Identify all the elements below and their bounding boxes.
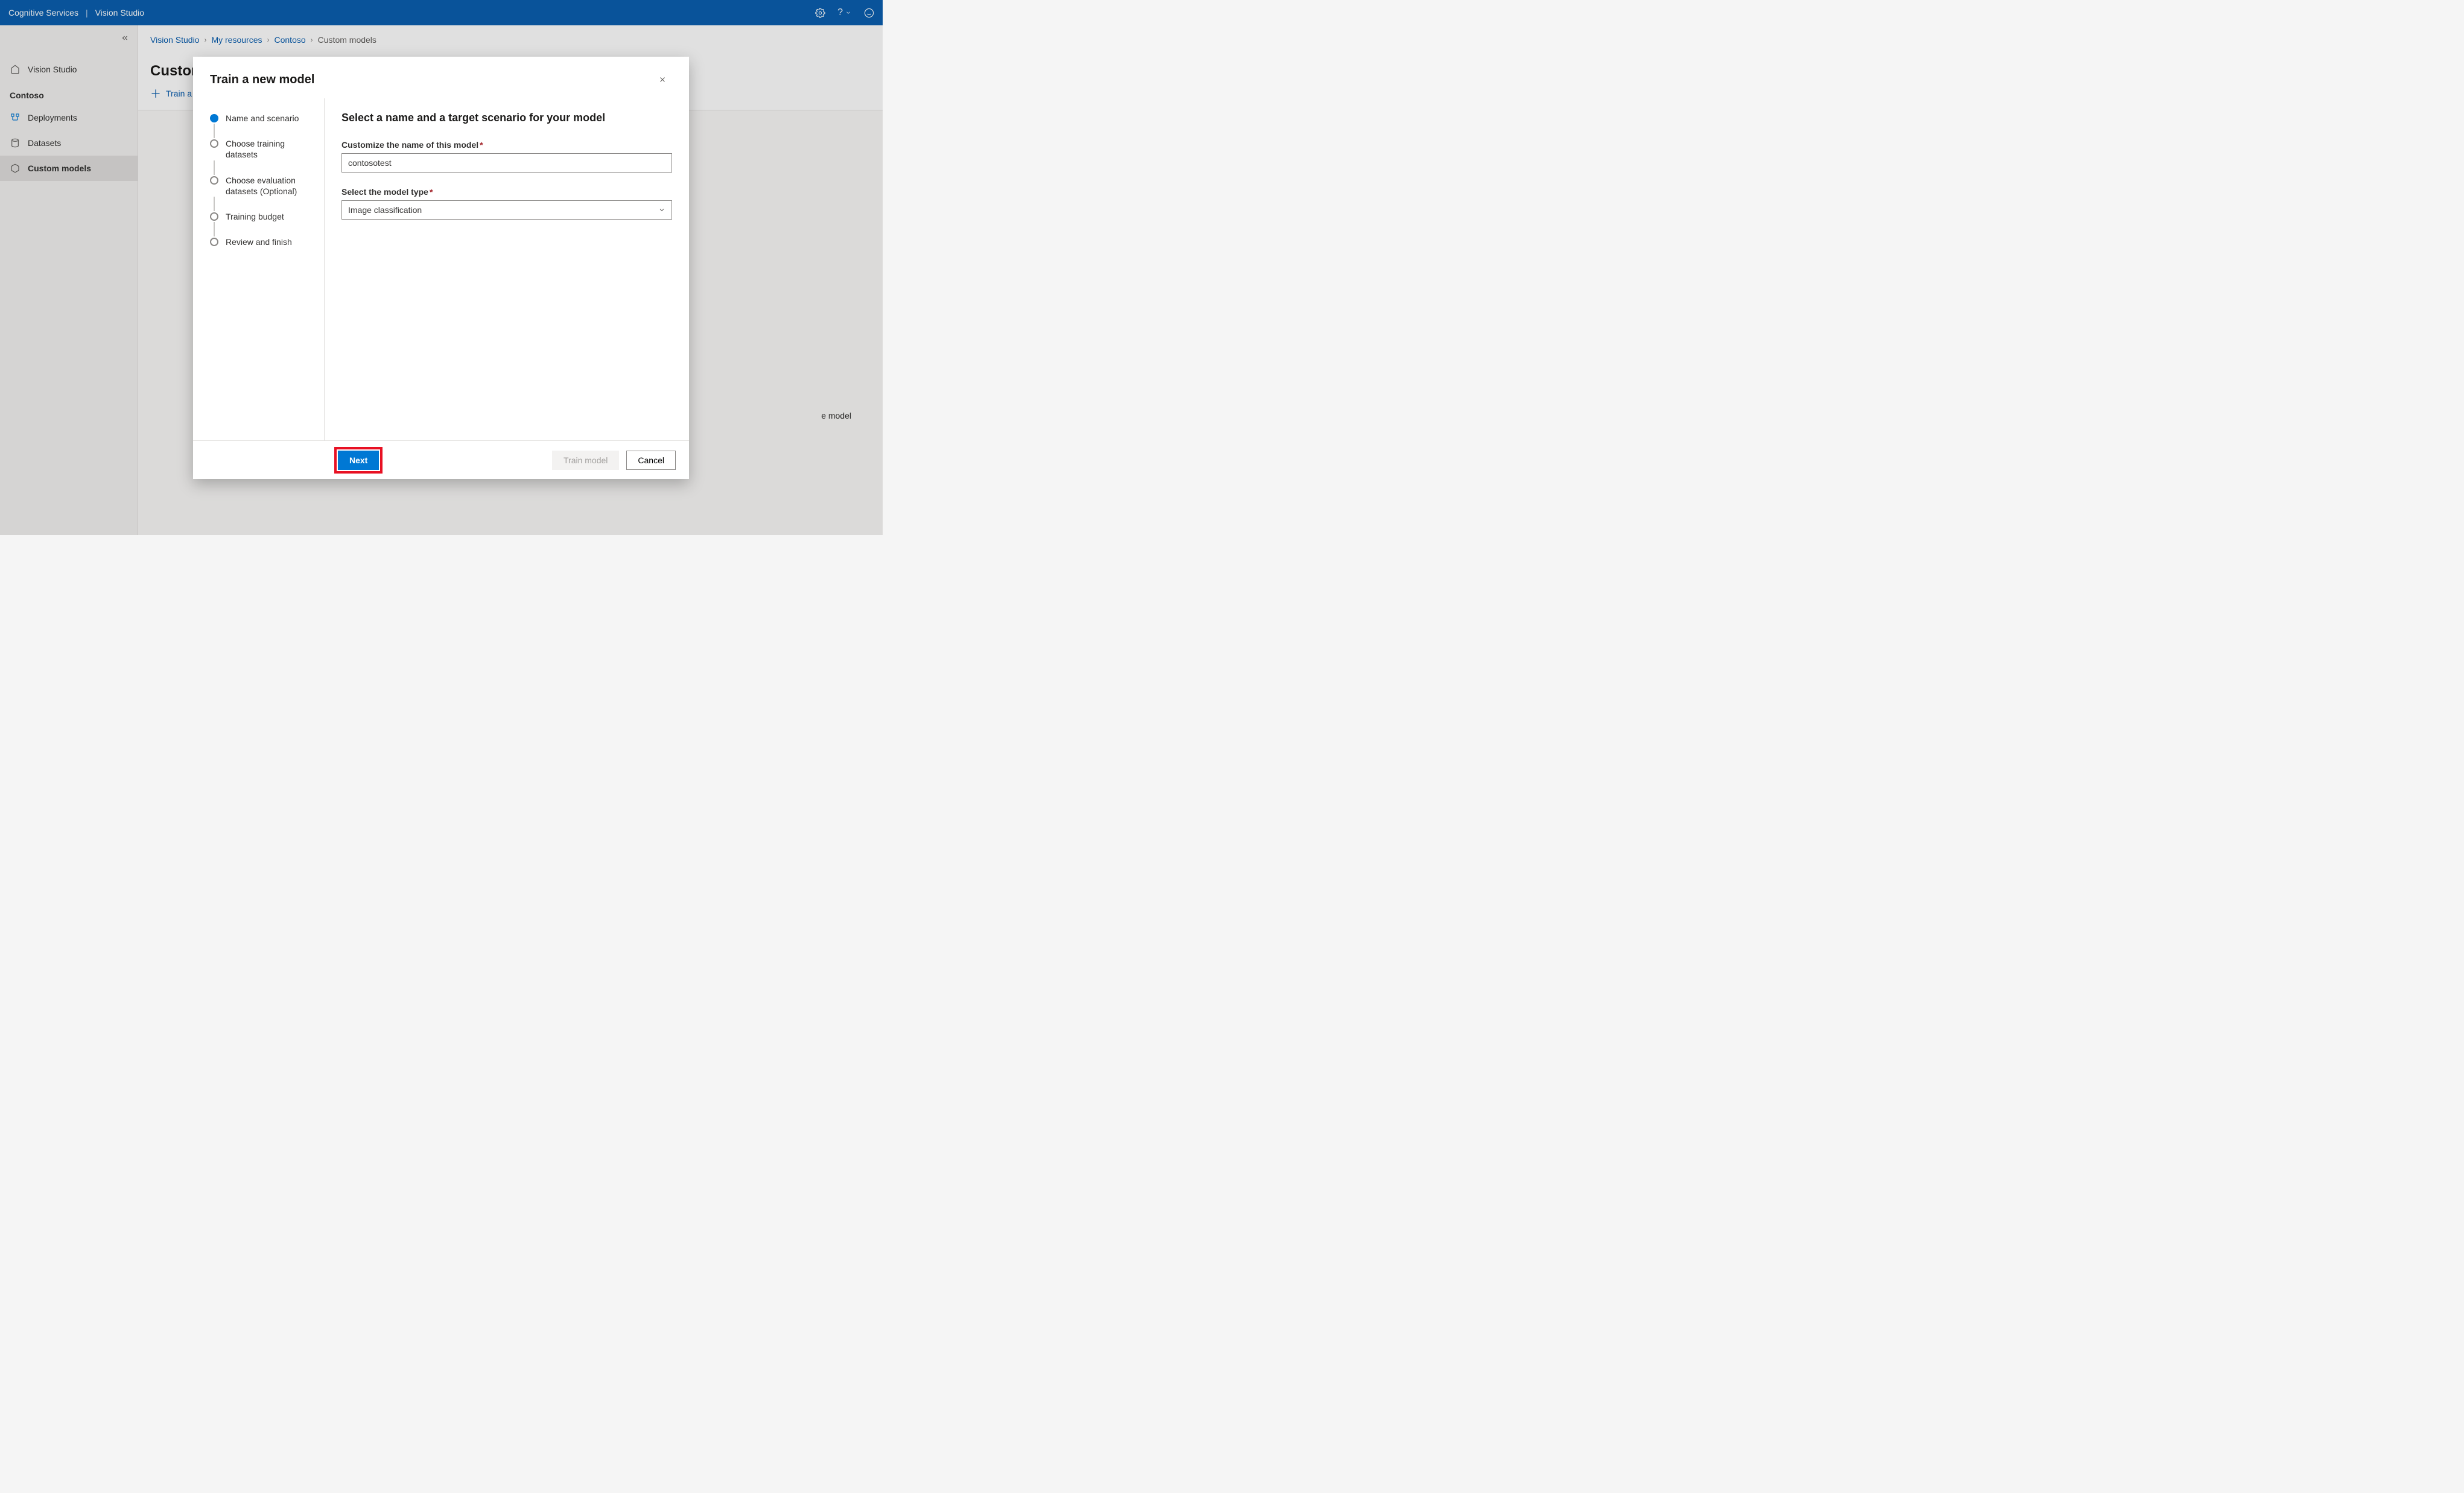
step-dot-icon <box>210 176 218 185</box>
sidebar-home-label: Vision Studio <box>28 65 77 74</box>
sidebar-item-label: Custom models <box>28 163 91 173</box>
train-button-label: Train model <box>564 455 608 465</box>
step-connector <box>214 222 215 236</box>
sidebar-item-deployments[interactable]: Deployments <box>0 105 138 130</box>
next-button-label: Next <box>349 455 367 465</box>
global-header: Cognitive Services | Vision Studio ? <box>0 0 883 25</box>
cancel-button-label: Cancel <box>638 455 664 465</box>
type-field-label: Select the model type* <box>341 187 672 197</box>
train-link-label: Train a <box>166 89 192 98</box>
breadcrumb-item-current: Custom models <box>318 35 376 45</box>
step-label: Review and finish <box>226 236 292 247</box>
step-connector <box>214 124 215 138</box>
chevron-right-icon: › <box>311 36 313 44</box>
dialog-footer: Next Train model Cancel <box>193 440 689 479</box>
sidebar-item-datasets[interactable]: Datasets <box>0 130 138 156</box>
left-sidebar: Vision Studio Contoso Deployments Datase… <box>0 25 138 535</box>
header-product-name: Vision Studio <box>95 8 144 17</box>
required-asterisk: * <box>480 140 483 150</box>
model-type-selected-value: Image classification <box>348 205 422 215</box>
breadcrumb-item[interactable]: Vision Studio <box>150 35 199 45</box>
settings-gear-icon[interactable] <box>814 7 825 18</box>
plus-icon: ＋ <box>150 86 161 101</box>
sidebar-resource-label: Contoso <box>0 82 138 105</box>
next-button[interactable]: Next <box>338 451 379 470</box>
sidebar-home[interactable]: Vision Studio <box>0 57 138 82</box>
breadcrumb-item[interactable]: Contoso <box>275 35 306 45</box>
step-connector <box>214 197 215 211</box>
required-asterisk: * <box>430 187 433 197</box>
name-field-label: Customize the name of this model* <box>341 140 672 150</box>
wizard-step-training-datasets[interactable]: Choose training datasets <box>210 138 318 160</box>
cancel-button[interactable]: Cancel <box>626 451 676 470</box>
header-service-name: Cognitive Services <box>8 8 78 17</box>
step-connector <box>214 160 215 175</box>
home-icon <box>10 64 21 75</box>
sidebar-item-label: Datasets <box>28 138 61 148</box>
feedback-smiley-icon[interactable] <box>863 7 874 18</box>
type-field-label-text: Select the model type <box>341 187 428 197</box>
model-type-select[interactable]: Image classification <box>341 200 672 220</box>
wizard-step-review[interactable]: Review and finish <box>210 236 318 247</box>
step-heading: Select a name and a target scenario for … <box>341 112 672 124</box>
header-actions: ? <box>814 7 874 18</box>
header-divider: | <box>86 8 88 17</box>
chevron-right-icon: › <box>267 36 270 44</box>
custom-models-icon <box>10 163 21 174</box>
collapse-sidebar-icon[interactable] <box>121 34 129 42</box>
step-label: Choose training datasets <box>226 138 318 160</box>
step-label: Name and scenario <box>226 113 299 124</box>
header-title-group: Cognitive Services | Vision Studio <box>8 8 144 17</box>
sidebar-item-custom-models[interactable]: Custom models <box>0 156 138 181</box>
name-field-label-text: Customize the name of this model <box>341 140 478 150</box>
step-label: Choose evaluation datasets (Optional) <box>226 175 318 197</box>
model-name-input[interactable] <box>341 153 672 173</box>
chevron-right-icon: › <box>204 36 206 44</box>
step-dot-icon <box>210 139 218 148</box>
wizard-step-training-budget[interactable]: Training budget <box>210 211 318 222</box>
dialog-header: Train a new model <box>193 57 689 98</box>
sidebar-item-label: Deployments <box>28 113 77 122</box>
step-dot-icon <box>210 212 218 221</box>
deployments-icon <box>10 112 21 123</box>
close-dialog-button[interactable] <box>653 70 672 89</box>
train-model-dialog: Train a new model Name and scenario Choo… <box>193 57 689 479</box>
help-dropdown-icon[interactable]: ? <box>837 7 851 18</box>
breadcrumb: Vision Studio › My resources › Contoso ›… <box>138 25 883 48</box>
wizard-content: Select a name and a target scenario for … <box>325 98 689 440</box>
dialog-title: Train a new model <box>210 73 314 87</box>
chevron-down-icon <box>658 206 665 214</box>
wizard-step-evaluation-datasets[interactable]: Choose evaluation datasets (Optional) <box>210 175 318 197</box>
wizard-steps: Name and scenario Choose training datase… <box>193 98 325 440</box>
breadcrumb-item[interactable]: My resources <box>211 35 262 45</box>
step-dot-icon <box>210 114 218 122</box>
wizard-step-name-scenario[interactable]: Name and scenario <box>210 113 318 124</box>
step-dot-icon <box>210 238 218 246</box>
train-model-button: Train model <box>552 451 619 470</box>
step-label: Training budget <box>226 211 284 222</box>
background-text-fragment: e model <box>821 411 851 420</box>
datasets-icon <box>10 138 21 148</box>
